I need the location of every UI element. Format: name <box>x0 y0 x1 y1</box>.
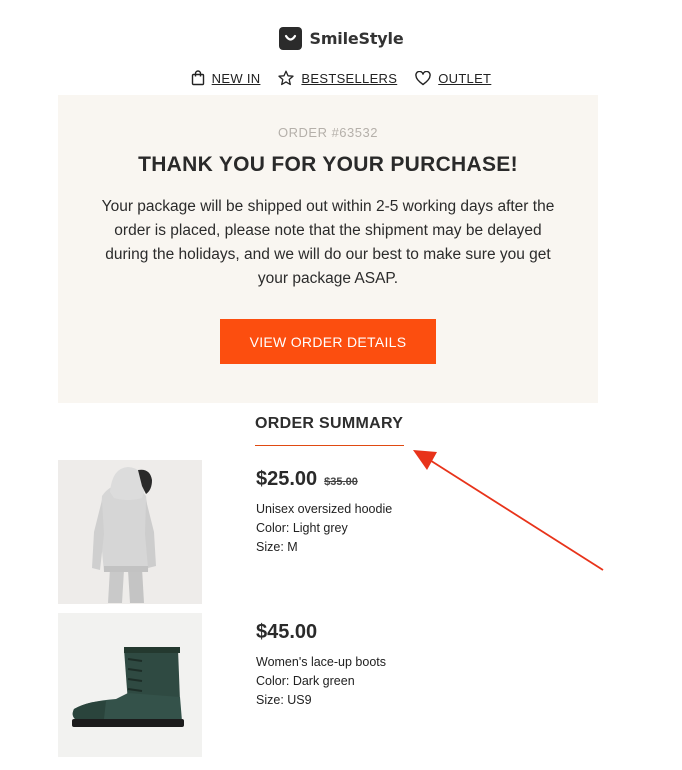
header: SmileStyle <box>0 26 682 50</box>
thank-you-panel: ORDER #63532 THANK YOU FOR YOUR PURCHASE… <box>58 95 598 403</box>
shopping-bag-icon <box>191 70 204 86</box>
product-price: $45.00 <box>256 621 318 643</box>
product-name: Unisex oversized hoodie <box>256 502 393 516</box>
grey-hoodie-photo[interactable] <box>58 460 202 604</box>
star-icon <box>278 70 295 86</box>
nav-label[interactable]: BESTSELLERS <box>301 71 397 86</box>
summary-underline <box>255 445 404 446</box>
nav-label[interactable]: OUTLET <box>438 71 491 86</box>
nav-label[interactable]: NEW IN <box>212 71 261 86</box>
order-number: ORDER #63532 <box>278 125 378 140</box>
green-boot-photo[interactable] <box>58 613 202 757</box>
shipping-message: Your package will be shipped out within … <box>101 198 555 287</box>
price-row: $25.00 $35.00 <box>256 468 358 491</box>
brand-name[interactable]: SmileStyle <box>310 29 404 48</box>
product-name: Women's lace-up boots <box>256 655 386 669</box>
nav-item-new-in[interactable]: NEW IN <box>191 70 261 86</box>
view-order-details-button[interactable]: VIEW ORDER DETAILS <box>220 319 436 364</box>
thank-you-title: THANK YOU FOR YOUR PURCHASE! <box>138 153 518 176</box>
nav-item-bestsellers[interactable]: BESTSELLERS <box>278 70 397 86</box>
price-row: $45.00 <box>256 621 317 644</box>
main-nav: NEW IN BESTSELLERS OUTLET <box>0 68 682 88</box>
order-summary-title: ORDER SUMMARY <box>255 415 404 432</box>
product-old-price: $35.00 <box>324 476 358 488</box>
product-size: Size: M <box>256 540 298 554</box>
heart-icon <box>415 70 431 85</box>
product-item: $25.00 $35.00 Unisex oversized hoodie Co… <box>58 460 618 605</box>
product-color: Color: Dark green <box>256 674 355 688</box>
product-item: $45.00 Women's lace-up boots Color: Dark… <box>58 613 618 758</box>
product-color: Color: Light grey <box>256 521 348 535</box>
nav-item-outlet[interactable]: OUTLET <box>415 70 491 86</box>
product-price: $25.00 <box>256 468 318 490</box>
smile-bag-icon[interactable] <box>278 26 302 50</box>
product-size: Size: US9 <box>256 693 312 707</box>
